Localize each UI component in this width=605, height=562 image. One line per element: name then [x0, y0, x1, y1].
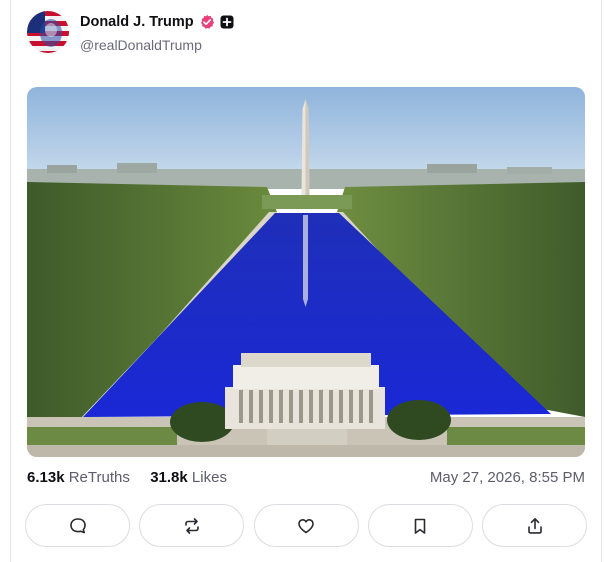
heart-icon [298, 518, 314, 533]
share-icon [527, 517, 542, 534]
plus-icon [220, 15, 234, 29]
post-card: Donald J. Trump @realDonaldTrump 6.13k R… [0, 0, 605, 562]
share-button[interactable] [482, 504, 587, 547]
repost-icon [184, 517, 199, 534]
bookmark-icon [414, 518, 426, 534]
engagement-stats: 6.13k ReTruths 31.8k Likes [27, 469, 227, 486]
reply-button[interactable] [25, 504, 130, 547]
bookmark-button[interactable] [367, 504, 473, 547]
divider-right [601, 0, 602, 562]
likes-count[interactable]: 31.8k [150, 469, 188, 486]
action-bar [25, 504, 587, 547]
avatar[interactable] [27, 11, 69, 53]
likes-label[interactable]: Likes [192, 469, 227, 486]
comment-icon [69, 517, 86, 533]
verified-icon [199, 14, 215, 30]
author-line: Donald J. Trump [80, 14, 234, 30]
like-button[interactable] [253, 504, 359, 547]
divider-left [10, 0, 11, 562]
post-timestamp[interactable]: May 27, 2026, 8:55 PM [430, 469, 585, 486]
retruths-count[interactable]: 6.13k [27, 469, 65, 486]
author-name[interactable]: Donald J. Trump [80, 14, 194, 30]
retruths-label[interactable]: ReTruths [69, 469, 130, 486]
retruth-button[interactable] [139, 504, 245, 547]
author-handle[interactable]: @realDonaldTrump [80, 37, 202, 53]
post-image[interactable] [27, 87, 585, 457]
